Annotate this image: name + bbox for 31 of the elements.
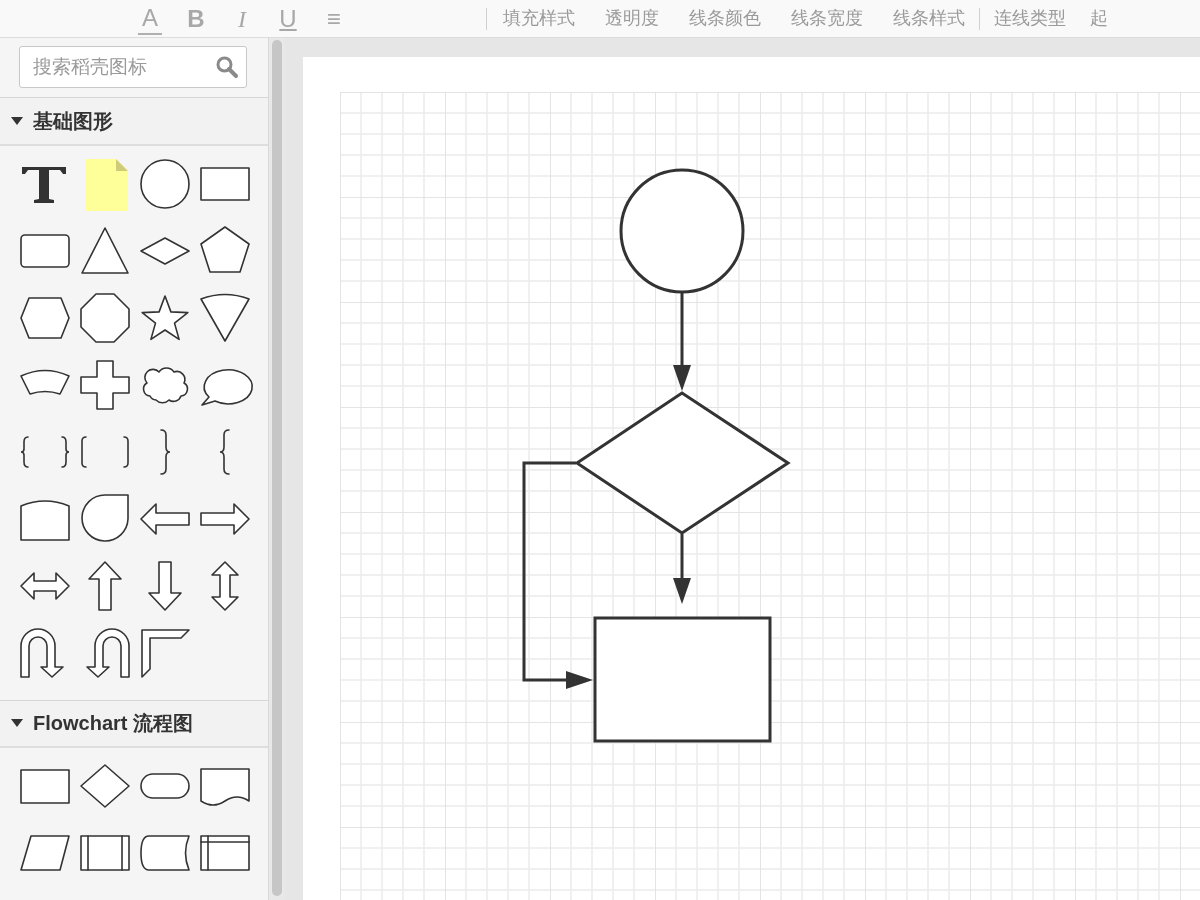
diamond-shape[interactable] [574,391,791,535]
octagon-icon[interactable] [80,292,130,345]
cross-icon[interactable] [80,359,130,412]
expanded-caret-icon [11,116,23,125]
toolbar-menu[interactable]: 起 [1090,5,1108,32]
circle-icon[interactable] [140,158,190,211]
underline-button[interactable]: U [276,2,300,35]
search-icon[interactable] [215,55,239,79]
connector-arrow[interactable] [673,293,691,391]
connector-arrow[interactable] [522,461,593,689]
toolbar-menu[interactable]: 连线类型 [994,5,1066,32]
toolbar-menu[interactable]: 线条样式 [893,5,965,32]
font-color-button[interactable]: A [138,2,162,35]
bold-button[interactable]: B [184,2,208,35]
sector-icon[interactable] [200,292,250,345]
scrollbar-thumb[interactable] [272,40,282,896]
align-button[interactable]: ≡ [322,2,346,35]
expanded-caret-icon [11,719,23,728]
circle-shape[interactable] [619,168,745,294]
italic-button[interactable]: I [230,2,254,35]
search-field[interactable]: 搜索稻壳图标 [19,46,247,88]
section-title: 基础图形 [33,108,113,134]
toolbar-menu[interactable]: 线条颜色 [689,5,761,32]
toolbar-menu[interactable]: 填充样式 [503,5,575,32]
toolbar-menu[interactable]: 透明度 [605,5,659,32]
connector-arrow[interactable] [673,534,691,604]
rectangle-shape[interactable] [593,616,772,743]
corner-icon[interactable] [140,627,190,680]
section-title: Flowchart 流程图 [33,711,193,737]
section-header[interactable]: Flowchart 流程图 [0,699,268,748]
toolbar-menu[interactable]: 线条宽度 [791,5,863,32]
